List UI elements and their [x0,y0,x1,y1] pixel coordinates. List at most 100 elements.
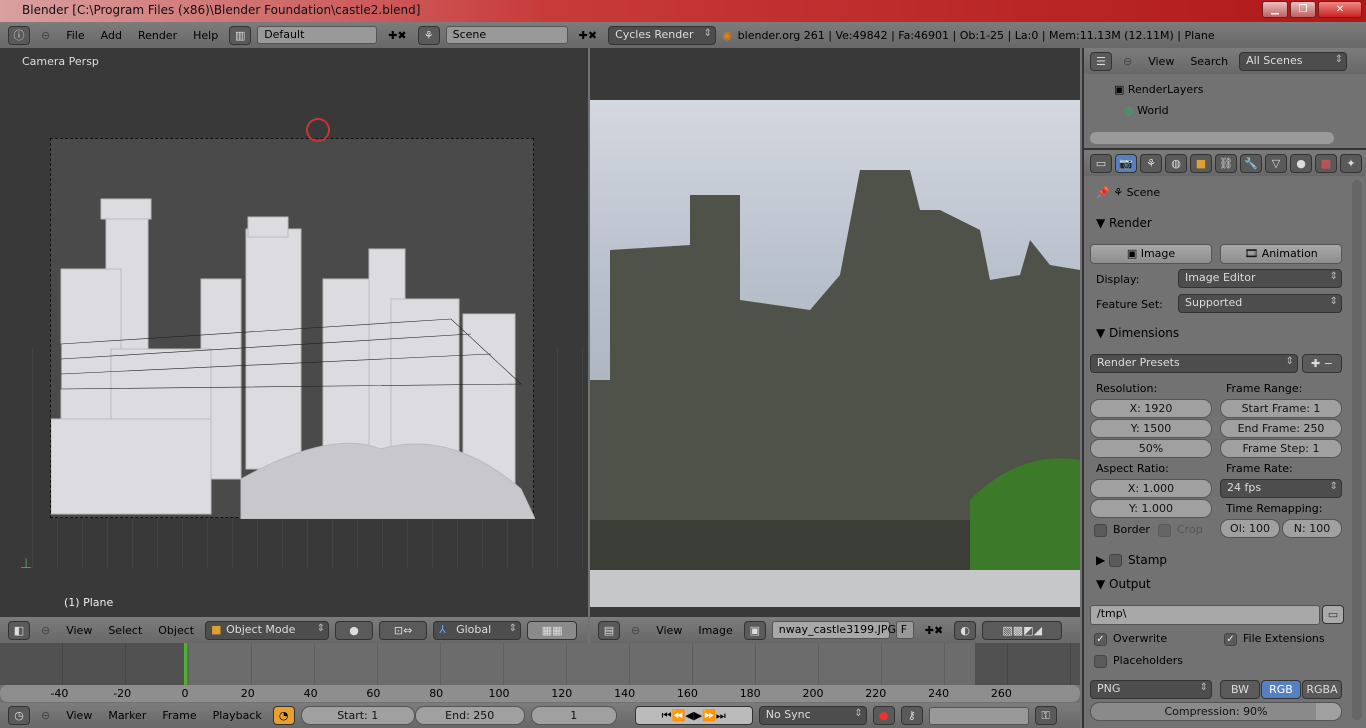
render-engine-dropdown[interactable]: Cycles Render [608,25,717,45]
channels-buttons[interactable]: ▧▩◩◢ [982,620,1063,640]
feature-set-dropdown[interactable]: Supported [1178,294,1342,313]
end-frame-field[interactable]: End Frame: 250 [1220,419,1342,438]
menu-frame[interactable]: Frame [157,709,201,722]
menu-view[interactable]: View [1143,55,1179,68]
world-tab-icon[interactable]: ◍ [1165,153,1187,173]
menu-search[interactable]: Search [1185,55,1233,68]
3d-cursor-icon[interactable] [306,118,330,142]
pivot-dropdown[interactable]: ⊡⇔ [379,620,428,640]
image-browse-icon[interactable]: ▣ [743,620,766,640]
menu-file[interactable]: File [61,29,89,42]
menu-help[interactable]: Help [188,29,223,42]
menu-image[interactable]: Image [693,624,737,637]
image-add-icon[interactable]: ✚✖ [920,624,948,637]
file-format-dropdown[interactable]: PNG [1090,680,1212,699]
editor-type-icon[interactable]: ▤ [598,620,620,640]
crop-checkbox[interactable]: Crop [1158,523,1203,537]
constraints-tab-icon[interactable]: ⛓ [1215,153,1237,173]
menu-object[interactable]: Object [153,624,199,637]
3d-viewport[interactable]: Camera Persp (1) Plane ⊥ [0,48,588,617]
resolution-y-field[interactable]: Y: 1500 [1090,419,1212,438]
time-remap-new-field[interactable]: N: 100 [1282,519,1342,538]
color-mode-rgb[interactable]: RGB [1261,680,1301,699]
start-frame-field[interactable]: Start: 1 [300,706,415,725]
collapse-icon[interactable]: ⊖ [626,624,645,637]
collapse-icon[interactable]: ⊖ [36,709,55,722]
current-frame-line[interactable] [184,643,187,685]
collapse-icon[interactable]: ⊖ [36,624,55,637]
minimize-button[interactable]: ▁ [1262,1,1288,18]
output-panel-header[interactable]: ▼ Output [1096,577,1151,591]
aspect-y-field[interactable]: Y: 1.000 [1090,499,1212,518]
output-path-field[interactable]: /tmp\ [1090,605,1320,625]
pin-icon[interactable]: 📌 [1096,186,1113,199]
modifiers-tab-icon[interactable]: 🔧 [1240,153,1262,173]
menu-marker[interactable]: Marker [103,709,151,722]
preview-range-icon[interactable]: ◔ [272,706,295,725]
screen-layout-icon[interactable]: ▥ [229,25,252,45]
color-mode-rgba[interactable]: RGBA [1302,680,1342,699]
properties-scrollbar[interactable] [1352,180,1362,720]
horizontal-scrollbar[interactable] [1090,132,1334,144]
object-tab-icon[interactable]: ■ [1190,153,1212,173]
menu-add[interactable]: Add [96,29,127,42]
render-presets-dropdown[interactable]: Render Presets [1090,354,1298,373]
placeholders-checkbox[interactable]: Placeholders [1094,654,1183,668]
info-editor-icon[interactable]: ⓘ [8,25,30,45]
sync-dropdown[interactable]: No Sync [758,706,867,725]
shading-dropdown[interactable]: ● [335,620,374,640]
collapse-icon[interactable]: ⊖ [1118,55,1137,68]
data-tab-icon[interactable]: ▽ [1265,153,1287,173]
timeline-ruler[interactable]: -40 -20 0 20 40 60 80 100 120 140 160 180 200 220 240 2… [0,685,1080,702]
frame-rate-dropdown[interactable]: 24 fps [1220,479,1342,498]
properties-editor[interactable]: ▭ 📷 ⚘ ◍ ■ ⛓ 🔧 ▽ ● ▩ ✦ 📌 ⚘ Scene ▼ Render… [1082,148,1366,728]
end-frame-field[interactable]: End: 250 [414,706,525,725]
add-scene-icon[interactable]: ✚✖ [574,29,602,42]
menu-playback[interactable]: Playback [208,709,267,722]
playback-controls[interactable]: ⏮⏪◀▶⏩⏭ [634,706,753,725]
aspect-x-field[interactable]: X: 1.000 [1090,479,1212,498]
display-mode-dropdown[interactable]: All Scenes [1239,51,1348,71]
time-remap-old-field[interactable]: Ol: 100 [1220,519,1280,538]
resolution-x-field[interactable]: X: 1920 [1090,399,1212,418]
render-image-button[interactable]: ▣ Image [1090,244,1212,264]
overwrite-checkbox[interactable]: ✓ Overwrite [1094,632,1167,646]
outliner-item-world[interactable]: ◍ World [1124,104,1169,117]
scene-field[interactable]: Scene [445,26,568,44]
menu-view[interactable]: View [61,709,97,722]
screen-layout-field[interactable]: Default [257,26,378,44]
border-checkbox[interactable]: Border [1094,523,1150,537]
compression-slider[interactable]: Compression: 90% [1090,702,1342,721]
render-animation-button[interactable]: 🎞 Animation [1220,244,1342,264]
outliner[interactable]: ☰ ⊖ View Search All Scenes ▣ RenderLayer… [1082,48,1366,148]
resolution-percentage-field[interactable]: 50% [1090,439,1212,458]
menu-select[interactable]: Select [103,624,147,637]
dimensions-panel-header[interactable]: ▼ Dimensions [1096,326,1179,340]
scene-tab-icon[interactable]: ⚘ [1140,153,1162,173]
scene-icon[interactable]: ⚘ [417,25,440,45]
start-frame-field[interactable]: Start Frame: 1 [1220,399,1342,418]
display-dropdown[interactable]: Image Editor [1178,269,1342,288]
record-icon[interactable]: ● [872,706,895,725]
keying-set-field[interactable] [928,706,1029,725]
collapse-icon[interactable]: ⊖ [36,29,55,42]
outliner-item-renderlayers[interactable]: ▣ RenderLayers [1114,83,1203,96]
keying-icon[interactable]: ⚷ [900,706,923,725]
layers-grid[interactable]: ▦▦ [527,620,578,640]
menu-view[interactable]: View [651,624,687,637]
menu-render[interactable]: Render [133,29,182,42]
particles-tab-icon[interactable]: ✦ [1340,153,1362,173]
outliner-editor-icon[interactable]: ☰ [1090,51,1112,71]
color-mode-bw[interactable]: BW [1220,680,1260,699]
add-icon[interactable]: ✚✖ [383,29,411,42]
file-extensions-checkbox[interactable]: ✓ File Extensions [1224,632,1325,646]
editor-type-icon[interactable]: ◧ [8,620,30,640]
image-editor[interactable] [590,48,1080,617]
menu-view[interactable]: View [61,624,97,637]
current-frame-field[interactable]: 1 [530,706,617,725]
material-tab-icon[interactable]: ● [1290,153,1312,173]
properties-editor-icon[interactable]: ▭ [1090,153,1112,173]
image-name-field[interactable]: nway_castle3199.JPG [771,621,896,639]
preset-add-remove[interactable]: ✚ − [1302,354,1342,373]
maximize-button[interactable]: ❐ [1290,1,1316,18]
